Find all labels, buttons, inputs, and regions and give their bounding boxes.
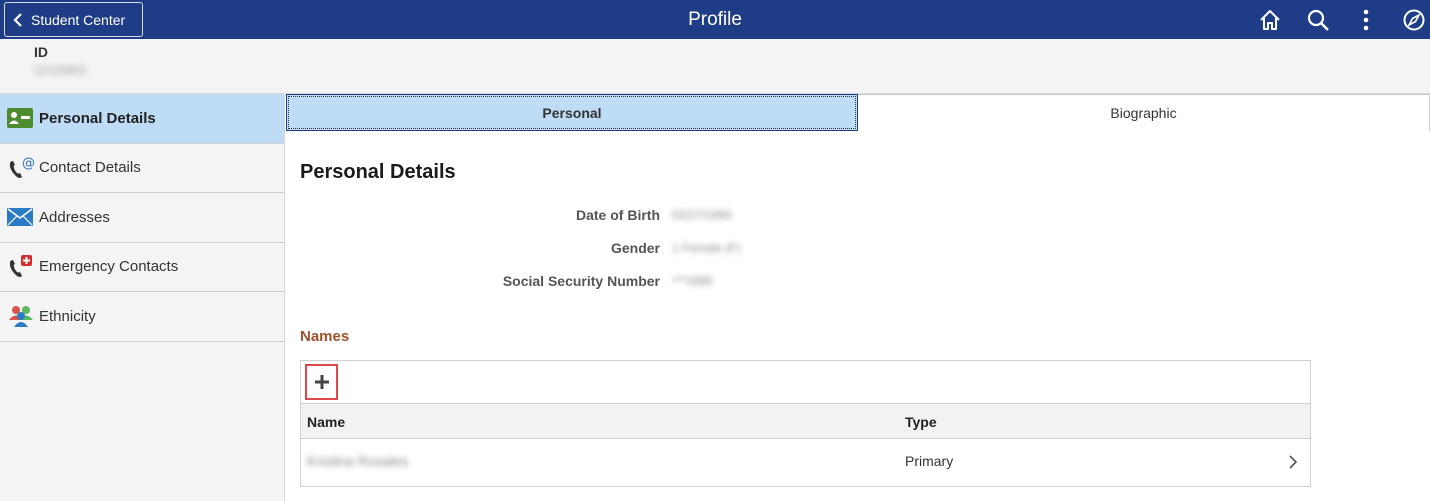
envelope-icon (7, 204, 35, 230)
sidebar-item-ethnicity[interactable]: Ethnicity (0, 292, 284, 342)
field-label: Social Security Number (502, 273, 660, 289)
back-button[interactable]: Student Center (4, 2, 143, 37)
chevron-right-icon (1286, 453, 1300, 471)
svg-text:@: @ (22, 156, 35, 171)
field-value: ***1985 (672, 274, 713, 288)
field-value: 1 Female (F) (672, 241, 741, 255)
sidebar-item-label: Emergency Contacts (39, 258, 179, 276)
sidebar-item-personal-details[interactable]: Personal Details (0, 94, 284, 144)
grid-toolbar (301, 361, 1310, 403)
section-title: Personal Details (300, 161, 456, 183)
field-label: Date of Birth (576, 207, 660, 223)
table-row[interactable]: Kristina Rosales Primary (301, 439, 1310, 485)
type-cell: Primary (905, 453, 954, 469)
sidebar-item-contact-details[interactable]: @ Contact Details (0, 144, 284, 193)
sidebar-item-emergency-contacts[interactable]: Emergency Contacts (0, 243, 284, 292)
sidebar-item-label: Ethnicity (39, 307, 96, 325)
sidebar-item-label: Addresses (39, 208, 110, 226)
field-value: 02/27/1985 (672, 208, 733, 222)
id-label: ID (34, 44, 48, 60)
navbar-compass-icon[interactable] (1394, 0, 1430, 39)
home-icon[interactable] (1250, 0, 1290, 39)
sidebar-item-addresses[interactable]: Addresses (0, 193, 284, 243)
id-card-icon (7, 105, 35, 131)
back-button-label: Student Center (31, 11, 126, 28)
emergency-phone-icon (7, 254, 35, 280)
column-header-type: Type (905, 414, 937, 430)
search-icon[interactable] (1298, 0, 1338, 39)
people-icon (7, 303, 35, 329)
sidebar: Personal Details @ Contact Details Addre… (0, 94, 285, 501)
column-header-name: Name (307, 414, 346, 430)
names-title: Names (300, 328, 350, 345)
field-label: Gender (610, 240, 660, 256)
sidebar-item-label: Contact Details (39, 159, 141, 177)
tab-biographic[interactable]: Biographic (858, 94, 1430, 131)
phone-email-icon: @ (7, 155, 35, 181)
sidebar-item-label: Personal Details (39, 109, 156, 127)
id-strip: ID 12115601 (0, 39, 1430, 94)
field-ssn: Social Security Number ***1985 (300, 273, 900, 293)
name-cell: Kristina Rosales (307, 453, 409, 469)
more-options-icon[interactable] (1346, 0, 1386, 39)
grid-header: Name Type (301, 403, 1310, 439)
tab-bar: Personal Biographic (286, 94, 1430, 131)
chevron-left-icon (5, 3, 31, 36)
plus-icon (314, 375, 329, 389)
top-banner: Profile Student Center (0, 0, 1430, 39)
id-value: 12115601 (34, 63, 87, 77)
field-gender: Gender 1 Female (F) (300, 240, 900, 260)
tab-personal[interactable]: Personal (286, 94, 858, 131)
field-date-of-birth: Date of Birth 02/27/1985 (300, 207, 900, 227)
page-title: Profile (688, 9, 742, 30)
add-name-button[interactable] (305, 364, 338, 400)
names-grid: Name Type Kristina Rosales Primary (300, 360, 1311, 487)
